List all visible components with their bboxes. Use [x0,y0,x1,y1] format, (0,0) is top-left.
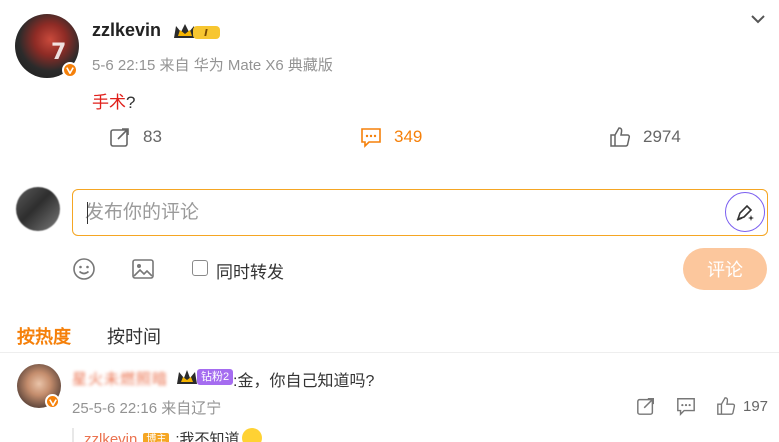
divider [0,352,779,353]
comment-count: 349 [394,127,423,146]
member-crown-icon[interactable] [176,369,198,387]
reply-author-name[interactable]: zzlkevin [84,431,137,442]
fan-level-badge[interactable]: 钻粉2 [197,369,234,385]
member-level-label: I [204,28,208,39]
image-icon[interactable] [131,257,155,281]
topic-link[interactable]: 手术 [92,93,126,112]
post-author-name[interactable]: zzlkevin [92,20,161,41]
pen-sparkle-icon [736,204,754,221]
avatar-jersey-number: 7 [51,40,67,65]
comment-composer[interactable] [72,189,768,236]
comment-meta: 25-5-6 22:16 来自辽宁 [72,400,222,417]
comment-like-count: 197 [743,398,769,415]
repost-icon[interactable] [636,396,656,416]
comment-input[interactable] [85,200,705,226]
comment-icon[interactable] [676,396,696,416]
repost-icon [110,128,129,147]
post-content: 手术? [92,88,135,113]
text-caret [87,202,88,224]
ai-write-button[interactable] [725,192,765,232]
like-button[interactable]: 2974 [609,126,681,148]
repost-count: 83 [143,127,162,146]
post-meta: 5-6 22:15 来自 华为 Mate X6 典藏版 [92,57,333,74]
verified-badge-icon [45,394,60,409]
verified-badge-icon [62,62,78,78]
emoji-icon[interactable] [72,257,96,281]
smile-emoji-icon [241,428,262,442]
chevron-down-icon[interactable] [750,12,766,26]
reply-preview[interactable]: zzlkevin 博主 :我不知道 [72,428,262,442]
post-text-rest: ? [126,93,136,112]
tab-sort-by-time[interactable]: 按时间 [107,323,161,349]
reply-text: :我不知道 [175,431,240,442]
submit-comment-button[interactable]: 评论 [683,248,767,290]
like-count: 2974 [643,127,681,146]
comment-text: :金，你自己知道吗? [233,373,375,390]
member-crown-icon[interactable]: I [173,22,221,42]
repost-button[interactable]: 83 [109,126,162,148]
current-user-avatar [16,187,60,231]
thumbs-up-icon[interactable] [716,396,736,416]
comment-button[interactable]: 349 [360,126,422,148]
comment-icon [361,128,381,148]
commenter-name[interactable]: 星火未燃照暗 [72,368,168,389]
tab-sort-by-hot[interactable]: 按热度 [17,323,71,349]
author-badge: 博主 [143,433,170,442]
sync-repost-checkbox[interactable] [192,260,208,276]
thumbs-up-icon [610,127,631,147]
sync-repost-label[interactable]: 同时转发 [216,258,284,283]
